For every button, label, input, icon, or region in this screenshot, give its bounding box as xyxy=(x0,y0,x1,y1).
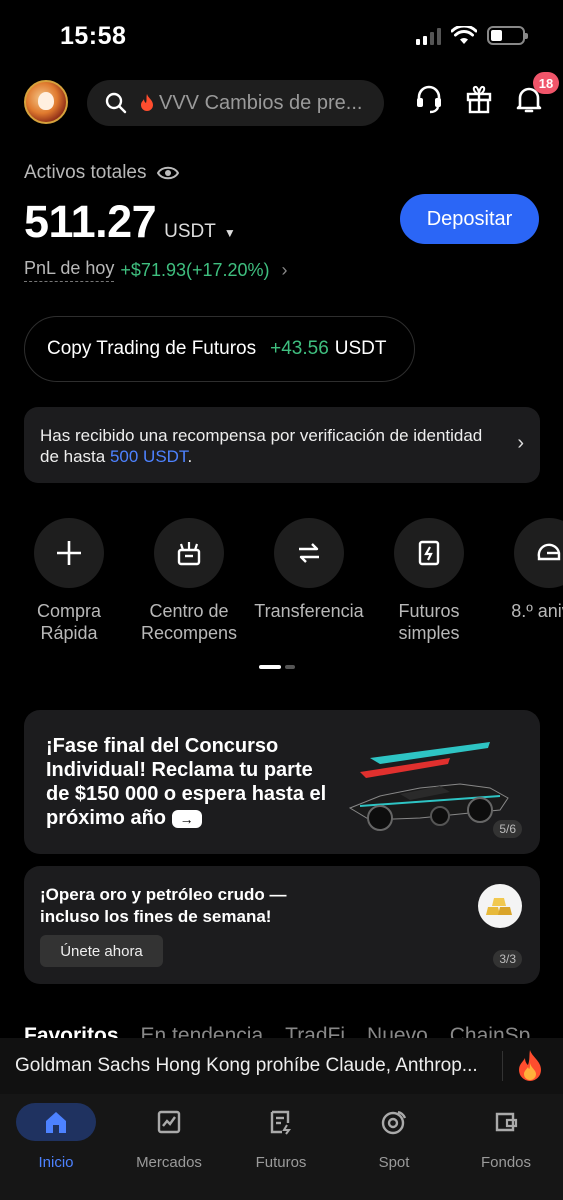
reward-highlight: 500 USDT xyxy=(109,447,188,466)
futures-doc-icon xyxy=(270,1110,291,1135)
action-circle xyxy=(514,518,563,588)
quick-actions: Compra Rápida Centro de Recompens Transf… xyxy=(0,518,563,648)
search-placeholder: VVV Cambios de pre... xyxy=(159,91,363,114)
deposit-button[interactable]: Depositar xyxy=(400,194,539,244)
transfer-icon xyxy=(299,543,319,563)
action-label: Futuros simples xyxy=(398,601,460,643)
copy-trading-value: +43.56 xyxy=(270,338,329,359)
home-icon xyxy=(46,1112,66,1133)
nav-spot[interactable]: Spot xyxy=(338,1102,450,1171)
pnl-row[interactable]: PnL de hoy +$71.93(+17.20%) › xyxy=(24,258,288,282)
eye-icon[interactable] xyxy=(156,165,179,181)
nav-mercados[interactable]: Mercados xyxy=(113,1102,225,1171)
news-ticker[interactable]: Goldman Sachs Hong Kong prohíbe Claude, … xyxy=(0,1038,563,1094)
gift-box-icon xyxy=(177,542,201,566)
notifications-button[interactable]: 18 xyxy=(515,72,559,114)
contest-promo-text: ¡Fase final del Concurso Individual! Rec… xyxy=(46,734,336,830)
avatar[interactable] xyxy=(24,80,68,124)
action-circle xyxy=(274,518,344,588)
join-now-button[interactable]: Únete ahora xyxy=(40,935,163,967)
reward-text: Has recibido una recompensa por verifica… xyxy=(40,426,483,466)
reward-text-end: . xyxy=(187,447,193,466)
futures-icon xyxy=(418,540,440,566)
amount-value: 511.27 xyxy=(24,196,157,247)
action-label: Compra Rápida xyxy=(36,601,102,643)
action-circle xyxy=(34,518,104,588)
nav-label: Futuros xyxy=(255,1154,307,1171)
nav-icon-wrap xyxy=(225,1102,337,1142)
action-transferencia[interactable]: Transferencia xyxy=(249,518,369,622)
chevron-right-icon: › xyxy=(281,259,288,280)
nav-futuros[interactable]: Futuros xyxy=(225,1102,337,1171)
fire-icon xyxy=(141,94,153,111)
search-icon xyxy=(105,92,127,114)
nav-icon-wrap xyxy=(338,1102,450,1142)
nav-icon-wrap xyxy=(450,1102,562,1142)
total-assets-label: Activos totales xyxy=(24,162,179,184)
battery-icon xyxy=(487,26,528,45)
top-actions: 18 xyxy=(415,72,559,114)
reward-banner[interactable]: Has recibido una recompensa por verifica… xyxy=(24,407,540,483)
action-label: 8.º aniver xyxy=(511,601,563,621)
gold-pager: 3/3 xyxy=(493,950,522,968)
contest-pager: 5/6 xyxy=(493,820,522,838)
helmet-icon xyxy=(537,543,561,561)
caret-down-icon[interactable]: ▼ xyxy=(224,226,236,240)
news-headline: Goldman Sachs Hong Kong prohíbe Claude, … xyxy=(15,1055,478,1076)
fire-icon[interactable] xyxy=(517,1049,543,1083)
nav-label: Spot xyxy=(378,1154,410,1171)
nav-label: Fondos xyxy=(480,1154,532,1171)
gift-icon[interactable] xyxy=(465,84,493,114)
nav-fondos[interactable]: Fondos xyxy=(450,1102,562,1171)
markets-icon xyxy=(157,1110,181,1134)
copy-trading-label: Copy Trading de Futuros xyxy=(47,338,257,359)
signal-icon xyxy=(416,27,441,45)
nav-label: Inicio xyxy=(38,1154,74,1171)
copy-trading-pill[interactable]: Copy Trading de Futuros +43.56 USDT xyxy=(24,316,415,382)
total-assets-text: Activos totales xyxy=(24,162,147,183)
gold-promo-text: ¡Opera oro y petróleo crudo — incluso lo… xyxy=(40,885,287,926)
gold-promo-card[interactable]: ¡Opera oro y petróleo crudo — incluso lo… xyxy=(24,866,540,984)
status-time: 15:58 xyxy=(60,22,127,50)
active-pill xyxy=(16,1103,96,1141)
nav-inicio[interactable]: Inicio xyxy=(0,1102,112,1171)
contest-promo-card[interactable]: ¡Fase final del Concurso Individual! Rec… xyxy=(24,710,540,854)
race-car-image xyxy=(348,742,509,831)
pnl-value: +$71.93(+17.20%) xyxy=(120,259,270,280)
bottom-nav: Inicio Mercados Futuros Spot Fondos xyxy=(0,1094,563,1200)
notification-badge: 18 xyxy=(533,72,559,94)
headset-icon[interactable] xyxy=(415,84,443,114)
carousel-dots xyxy=(259,665,295,669)
wifi-icon xyxy=(451,26,477,44)
status-bar: 15:58 xyxy=(0,0,563,70)
copy-trading-currency: USDT xyxy=(334,338,387,359)
plus-icon xyxy=(57,541,81,565)
wallet-icon xyxy=(495,1112,518,1132)
action-aniversario[interactable]: 8.º aniver xyxy=(489,518,563,622)
arrow-right-icon: → xyxy=(171,809,202,828)
divider xyxy=(502,1051,503,1081)
action-circle xyxy=(394,518,464,588)
chevron-right-icon: › xyxy=(517,432,524,454)
nav-icon-wrap xyxy=(0,1102,112,1142)
status-icons xyxy=(416,26,528,45)
action-futuros-simples[interactable]: Futuros simples xyxy=(369,518,489,644)
gold-bars-icon xyxy=(478,884,522,928)
action-label: Centro de Recompens xyxy=(140,601,238,643)
search-bar[interactable]: VVV Cambios de pre... xyxy=(87,80,384,126)
spot-icon xyxy=(381,1110,407,1135)
nav-label: Mercados xyxy=(136,1154,202,1171)
pnl-label: PnL de hoy xyxy=(24,258,115,282)
action-circle xyxy=(154,518,224,588)
top-bar: VVV Cambios de pre... 18 xyxy=(24,72,559,126)
currency-selector[interactable]: USDT xyxy=(164,221,216,243)
action-compra-rapida[interactable]: Compra Rápida xyxy=(9,518,129,644)
action-label: Transferencia xyxy=(254,601,364,621)
total-assets-amount: 511.27 USDT ▼ xyxy=(24,196,236,248)
action-centro-recompensas[interactable]: Centro de Recompens xyxy=(129,518,249,644)
nav-icon-wrap xyxy=(113,1102,225,1142)
